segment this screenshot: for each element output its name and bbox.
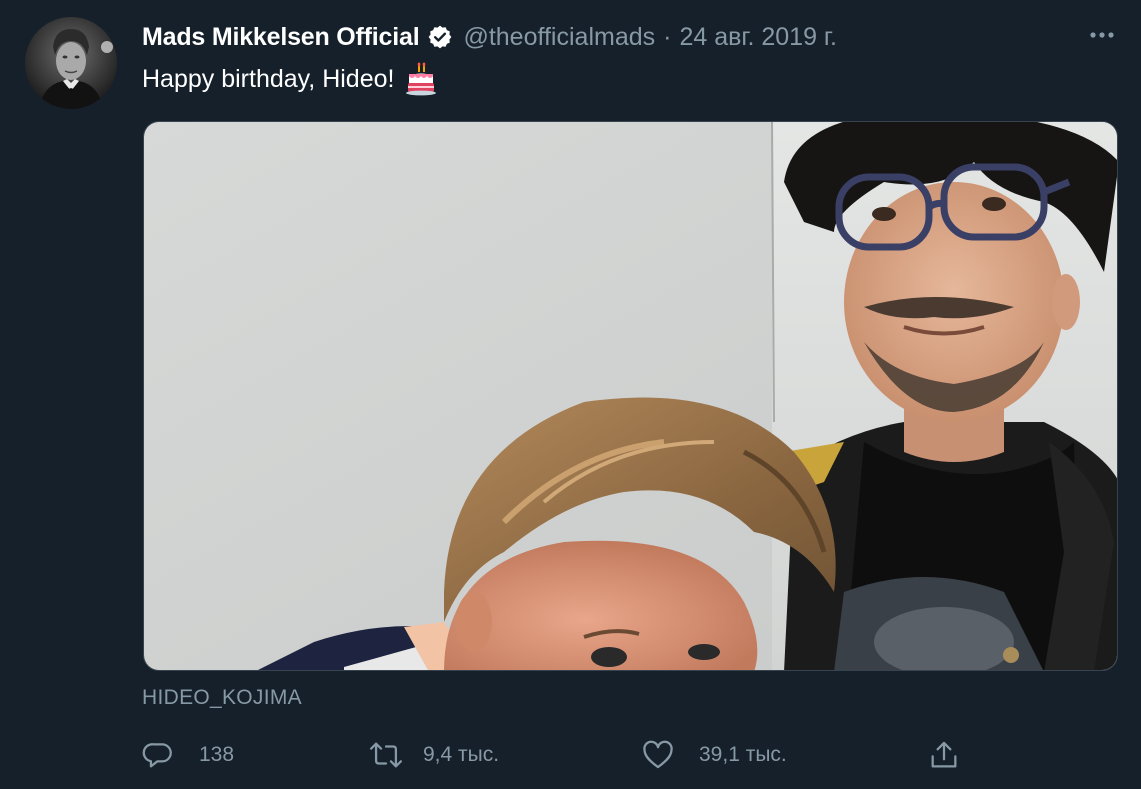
reply-count: 138 bbox=[199, 743, 235, 766]
tweet-text: Happy birthday, Hideo! bbox=[142, 62, 438, 96]
author-handle[interactable]: @theofficialmads bbox=[463, 23, 655, 52]
header-separator: · bbox=[663, 22, 672, 51]
verified-badge-icon bbox=[427, 24, 453, 50]
share-icon bbox=[927, 738, 961, 772]
like-count: 39,1 тыс. bbox=[699, 743, 787, 766]
more-options-button[interactable] bbox=[1082, 20, 1122, 50]
reply-button[interactable]: 138 bbox=[141, 735, 234, 775]
more-dots-icon bbox=[1090, 32, 1114, 38]
share-button[interactable] bbox=[927, 735, 961, 775]
retweet-button[interactable]: 9,4 тыс. bbox=[367, 735, 499, 775]
avatar[interactable] bbox=[25, 17, 117, 109]
retweet-icon bbox=[367, 738, 403, 772]
reply-bubble-icon bbox=[141, 738, 175, 772]
media-alt-caption[interactable]: HIDEO_KOJIMA bbox=[142, 686, 302, 710]
tweet: Mads Mikkelsen Official @theofficialmads… bbox=[0, 0, 1141, 789]
tweet-text-content: Happy birthday, Hideo! bbox=[142, 64, 395, 93]
tweet-date[interactable]: 24 авг. 2019 г. bbox=[679, 23, 836, 52]
author-display-name[interactable]: Mads Mikkelsen Official bbox=[142, 23, 420, 52]
tweet-photo[interactable] bbox=[143, 121, 1118, 671]
retweet-count: 9,4 тыс. bbox=[423, 743, 500, 766]
birthday-cake-emoji-icon bbox=[404, 62, 438, 96]
like-button[interactable]: 39,1 тыс. bbox=[641, 735, 787, 775]
tweet-header: Mads Mikkelsen Official @theofficialmads… bbox=[142, 20, 837, 54]
tweet-action-bar: 138 9,4 тыс. 39,1 тыс. bbox=[0, 735, 1141, 775]
heart-icon bbox=[641, 738, 675, 772]
